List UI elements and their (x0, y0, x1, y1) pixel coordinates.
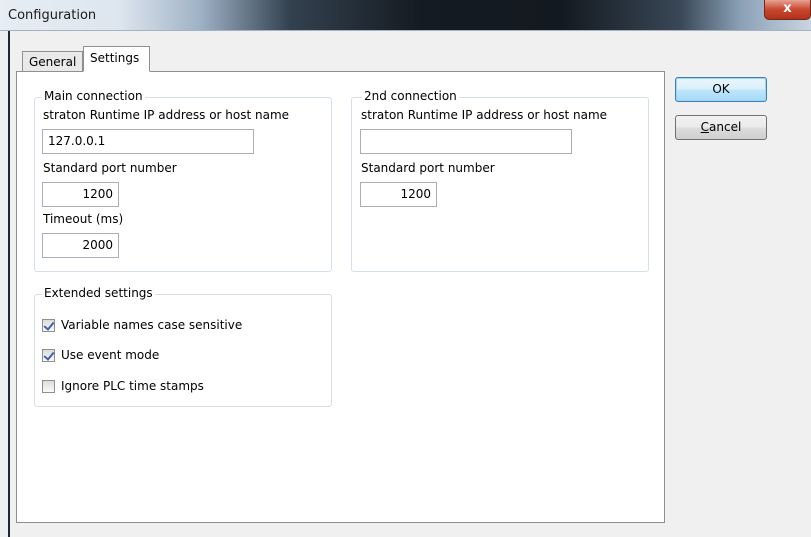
main-ip-label: straton Runtime IP address or host name (43, 108, 290, 122)
window-title: Configuration (8, 8, 97, 23)
main-connection-legend: Main connection (42, 89, 145, 103)
second-ip-label: straton Runtime IP address or host name (361, 108, 608, 122)
extended-settings-legend: Extended settings (42, 286, 155, 300)
second-port-input[interactable]: 1200 (360, 182, 437, 207)
second-port-label: Standard port number (361, 161, 495, 175)
cancel-button[interactable]: Cancel (675, 115, 767, 140)
configuration-dialog: Configuration x General Settings Main co… (0, 0, 811, 537)
ignore-timestamps-label[interactable]: Ignore PLC time stamps (61, 379, 204, 393)
timeout-label: Timeout (ms) (43, 212, 124, 226)
close-button[interactable]: x (764, 0, 811, 20)
window-left-border (8, 31, 10, 537)
event-mode-checkbox[interactable] (42, 349, 55, 362)
second-connection-legend: 2nd connection (362, 89, 459, 103)
ignore-timestamps-checkbox[interactable] (42, 380, 55, 393)
main-ip-input[interactable]: 127.0.0.1 (42, 129, 254, 154)
tab-general[interactable]: General (22, 51, 83, 72)
title-bar[interactable]: Configuration x (0, 0, 811, 31)
main-port-input[interactable]: 1200 (42, 182, 119, 207)
case-sensitive-label[interactable]: Variable names case sensitive (61, 318, 242, 332)
cancel-mnemonic: C (700, 120, 710, 134)
cancel-label: ancel (709, 120, 742, 134)
second-ip-input[interactable] (360, 129, 572, 154)
close-icon: x (783, 1, 792, 16)
main-port-label: Standard port number (43, 161, 177, 175)
tab-settings[interactable]: Settings (83, 46, 150, 72)
timeout-input[interactable]: 2000 (42, 233, 119, 258)
ok-button[interactable]: OK (675, 77, 767, 102)
case-sensitive-checkbox[interactable] (42, 319, 55, 332)
window-left-edge (0, 31, 8, 537)
event-mode-label[interactable]: Use event mode (61, 348, 159, 362)
